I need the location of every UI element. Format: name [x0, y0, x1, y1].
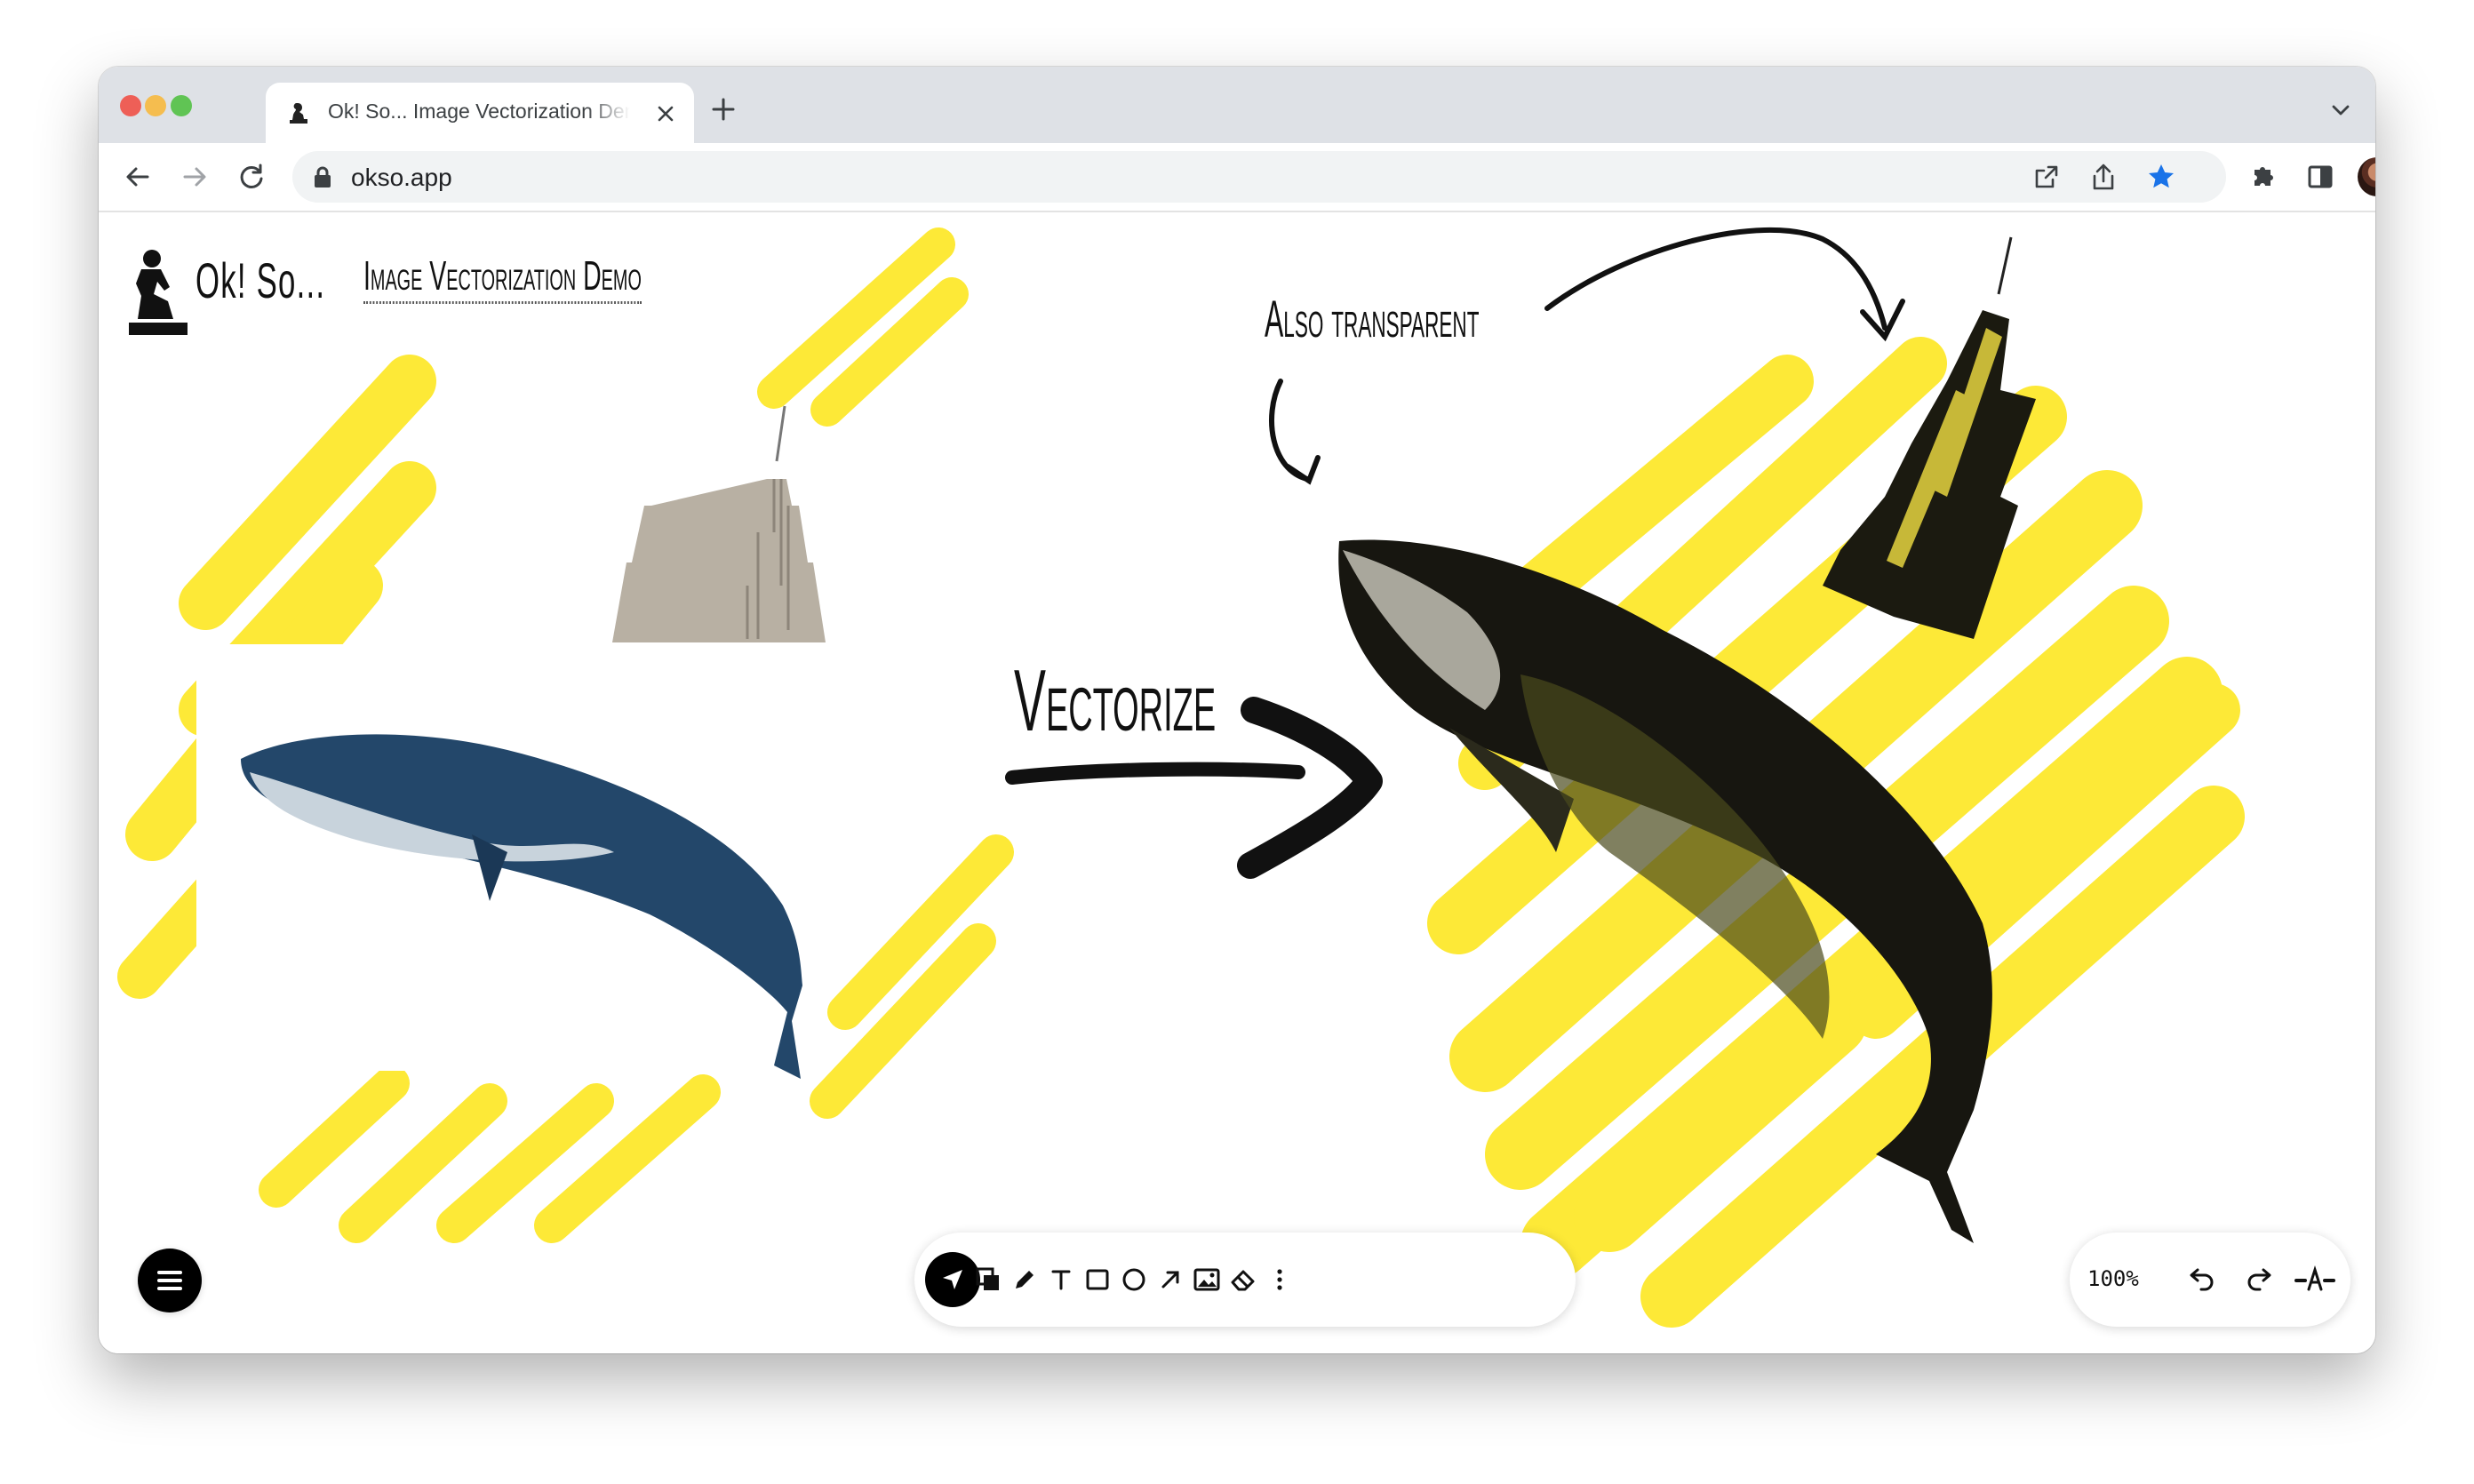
new-tab-icon[interactable]: [710, 96, 737, 123]
vectorize-label: Vectorize: [1014, 651, 1217, 749]
open-in-new-icon[interactable]: [2032, 163, 2061, 191]
drawing-toolbar: [914, 1233, 1576, 1327]
more-vertical-icon: [1277, 1269, 1282, 1290]
side-panel-icon[interactable]: [2304, 161, 2336, 193]
undo-icon[interactable]: [2183, 1263, 2217, 1297]
forward-arrow-icon[interactable]: [179, 161, 211, 193]
thinker-favicon-icon: [290, 103, 307, 124]
browser-tab[interactable]: Ok! So... Image Vectorization Demo: [266, 83, 694, 143]
zoom-history-bar: 100%: [2070, 1233, 2350, 1327]
zoom-level[interactable]: 100%: [2087, 1266, 2139, 1291]
drawing-canvas[interactable]: Ok! So... Image Vectorization Demo Vecto…: [99, 212, 2375, 1353]
close-tab-icon[interactable]: [653, 101, 678, 126]
tab-title: Ok! So... Image Vectorization Demo: [328, 100, 630, 123]
browser-titlebar: Ok! So... Image Vectorization Demo: [99, 67, 2375, 143]
share-icon[interactable]: [2089, 162, 2118, 192]
canvas-artwork: [117, 227, 2245, 1328]
minimize-window-button[interactable]: [145, 95, 166, 116]
hamburger-icon-line: [157, 1279, 182, 1282]
more-tools-button[interactable]: [1252, 1252, 1307, 1307]
address-url: okso.app: [351, 164, 452, 191]
empire-state-image-original: [612, 405, 826, 642]
hamburger-icon-line: [157, 1287, 182, 1290]
profile-avatar[interactable]: [2358, 157, 2375, 196]
logo-text: Ok! So...: [196, 252, 326, 308]
bookmark-star-icon[interactable]: [2146, 162, 2176, 192]
also-transparent-label: Also transparent: [1265, 291, 1480, 348]
back-arrow-icon[interactable]: [122, 161, 154, 193]
hamburger-icon: [157, 1271, 182, 1274]
reload-icon[interactable]: [235, 161, 267, 193]
lock-icon[interactable]: [312, 165, 333, 188]
redo-icon[interactable]: [2244, 1263, 2278, 1297]
close-window-button[interactable]: [120, 95, 141, 116]
main-menu-button[interactable]: [138, 1249, 202, 1312]
tab-search-chevron-icon[interactable]: [2329, 99, 2352, 122]
stroke-width-icon[interactable]: [2294, 1263, 2336, 1297]
browser-toolbar: okso.app: [99, 143, 2375, 212]
zoom-window-button[interactable]: [171, 95, 192, 116]
demo-title-link[interactable]: Image Vectorization Demo: [363, 251, 642, 304]
extensions-puzzle-icon[interactable]: [2247, 161, 2279, 193]
address-bar[interactable]: okso.app: [292, 151, 2226, 203]
browser-window: Ok! So... Image Vectorization Demo okso.…: [99, 67, 2375, 1353]
thinker-logo-icon: [129, 250, 188, 335]
